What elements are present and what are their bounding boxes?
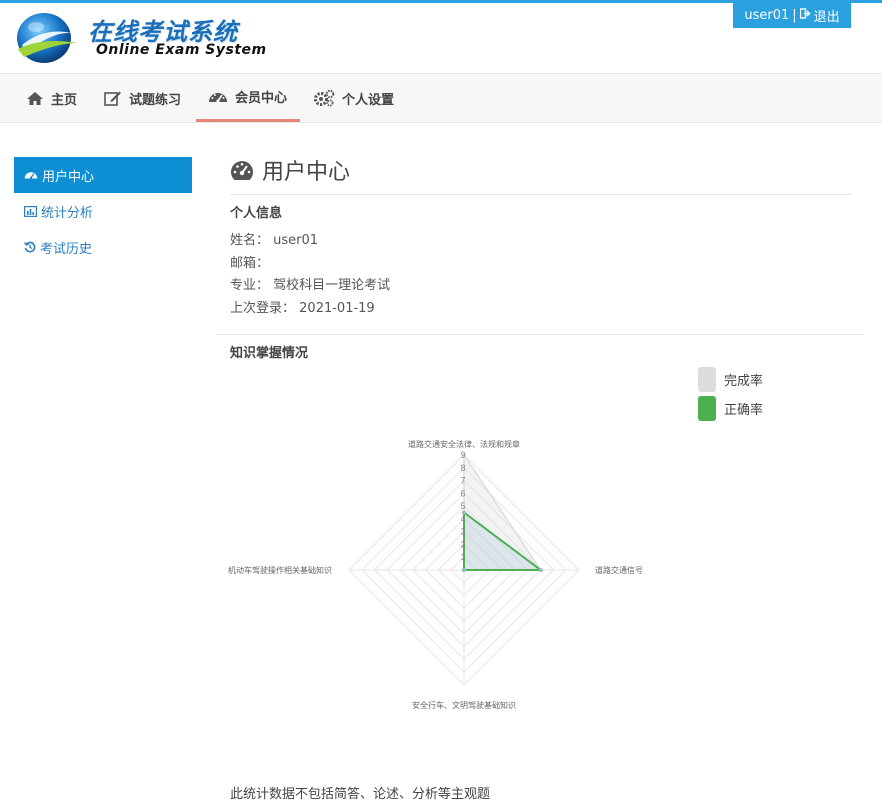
user-box: user01 | 退出 bbox=[733, 3, 851, 28]
info-value: user01 bbox=[273, 233, 319, 248]
nav-home[interactable]: 主页 bbox=[26, 74, 77, 122]
sidebar-item-label: 统计分析 bbox=[41, 205, 94, 221]
radar-tick-label: 6 bbox=[460, 488, 465, 498]
sidebar-item-statistics[interactable]: 统计分析 bbox=[14, 193, 192, 229]
radar-chart: 1 2 3 4 5 6 7 8 9道路交通安全法律、法规和规章道路交通信号安全行车、文明驾驶基础… bbox=[228, 439, 643, 710]
info-email: 邮箱： bbox=[230, 252, 269, 271]
sidebar-item-label: 考试历史 bbox=[40, 241, 93, 257]
legend-label: 正确率 bbox=[724, 403, 764, 418]
legend-item-completion[interactable]: 完成率 bbox=[698, 367, 763, 392]
sidebar-item-label: 用户中心 bbox=[42, 169, 95, 185]
radar-tick-label: 8 bbox=[460, 463, 465, 473]
radar-tick-label: 4 bbox=[460, 514, 465, 524]
radar-axis-label: 安全行车、文明驾驶基础知识 bbox=[412, 700, 516, 710]
info-label: 上次登录： bbox=[230, 301, 296, 316]
nav-member-center-label: 会员中心 bbox=[235, 91, 288, 106]
radar-tick-label: 1 bbox=[460, 552, 465, 562]
info-label: 专业： bbox=[230, 278, 270, 293]
dashboard-icon bbox=[24, 172, 38, 179]
username-link[interactable]: user01 bbox=[744, 8, 789, 23]
info-label: 姓名： bbox=[230, 233, 270, 248]
main-nav: 主页 试题练习 会员中心 个人设置 bbox=[0, 73, 882, 123]
dashboard-icon bbox=[231, 161, 253, 180]
knowledge-title: 知识掌握情况 bbox=[230, 346, 309, 361]
radar-axis-label: 机动车驾驶操作相关基础知识 bbox=[228, 565, 332, 575]
page-title-text: 用户中心 bbox=[262, 160, 351, 185]
logout-link[interactable]: 退出 bbox=[814, 6, 840, 25]
info-value: 驾校科目一理论考试 bbox=[273, 278, 391, 293]
nav-practice[interactable]: 试题练习 bbox=[104, 74, 181, 122]
logout-icon bbox=[799, 8, 811, 23]
radar-tick-label: 7 bbox=[460, 476, 465, 486]
info-last-login: 上次登录： 2021-01-19 bbox=[230, 297, 375, 316]
logo-globe-icon[interactable] bbox=[12, 7, 82, 67]
info-label: 邮箱： bbox=[230, 256, 270, 271]
dashboard-icon bbox=[209, 92, 227, 103]
edit-icon bbox=[104, 91, 121, 106]
sidebar-item-user-center[interactable]: 用户中心 bbox=[14, 157, 192, 193]
nav-member-center[interactable]: 会员中心 bbox=[196, 74, 300, 122]
page-title: 用户中心 bbox=[230, 154, 350, 186]
info-major: 专业： 驾校科目一理论考试 bbox=[230, 274, 390, 293]
legend-swatch bbox=[698, 367, 716, 392]
radar-point bbox=[538, 568, 543, 572]
legend-item-accuracy[interactable]: 正确率 bbox=[698, 396, 763, 421]
radar-tick-label: 2 bbox=[460, 539, 465, 549]
bar-chart-icon bbox=[24, 205, 37, 217]
radar-tick-label: 3 bbox=[460, 527, 465, 537]
separator: | bbox=[792, 8, 797, 23]
title-divider bbox=[230, 194, 851, 195]
radar-point bbox=[462, 568, 466, 572]
logo-title-en: Online Exam System bbox=[96, 42, 267, 58]
section-divider bbox=[216, 334, 864, 335]
radar-tick-label: 5 bbox=[460, 501, 465, 511]
info-name: 姓名： user01 bbox=[230, 229, 318, 248]
sidebar-item-history[interactable]: 考试历史 bbox=[14, 229, 192, 265]
legend-swatch bbox=[698, 396, 716, 421]
nav-settings[interactable]: 个人设置 bbox=[313, 74, 394, 122]
footer-note: 此统计数据不包括简答、论述、分析等主观题 bbox=[230, 787, 491, 802]
radar-axis-label: 道路交通信号 bbox=[595, 565, 643, 575]
nav-home-label: 主页 bbox=[51, 92, 78, 108]
gears-icon bbox=[314, 89, 335, 107]
home-icon bbox=[27, 91, 43, 105]
personal-info-title: 个人信息 bbox=[230, 206, 283, 221]
history-icon bbox=[24, 241, 36, 253]
nav-settings-label: 个人设置 bbox=[342, 92, 395, 108]
sidebar: 用户中心 统计分析 考试历史 bbox=[14, 157, 192, 265]
legend-label: 完成率 bbox=[724, 374, 764, 389]
info-value: 2021-01-19 bbox=[299, 301, 375, 316]
nav-practice-label: 试题练习 bbox=[129, 92, 182, 108]
radar-tick-label: 9 bbox=[460, 450, 465, 460]
radar-axis-label: 道路交通安全法律、法规和规章 bbox=[408, 439, 520, 449]
